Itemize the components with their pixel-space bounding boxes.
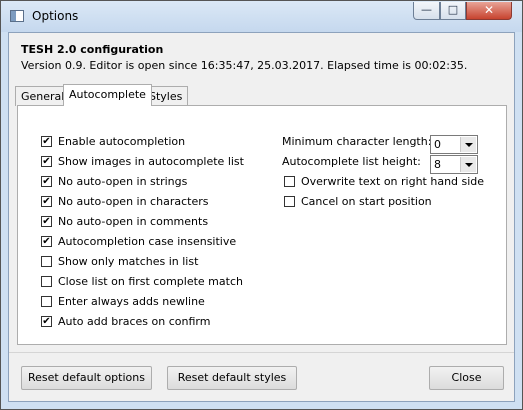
dialog-body: TESH 2.0 configuration Version 0.9. Edit… [8, 32, 515, 402]
config-header: TESH 2.0 configuration Version 0.9. Edit… [9, 33, 514, 82]
title-bar[interactable]: Options — □ ✕ [1, 1, 522, 32]
tab-autocomplete[interactable]: Autocomplete [63, 84, 152, 106]
close-icon: ✕ [483, 3, 495, 17]
close-button[interactable]: Close [429, 366, 504, 390]
options-window: Options — □ ✕ TESH 2.0 configuration Ver… [0, 0, 523, 410]
reset-default-styles-button[interactable]: Reset default styles [167, 366, 297, 390]
checkbox-box[interactable] [284, 176, 295, 187]
checkbox-box[interactable] [284, 196, 295, 207]
checkbox-box[interactable] [41, 296, 52, 307]
divider [9, 352, 514, 353]
config-title: TESH 2.0 configuration [21, 43, 164, 56]
close-window-button[interactable]: ✕ [466, 2, 512, 20]
list-height-select[interactable]: 8 [430, 155, 478, 174]
checkbox-box[interactable] [41, 276, 52, 287]
checkmark-icon[interactable]: ✔ [41, 176, 52, 187]
checkbox-label: Auto add braces on confirm [58, 315, 211, 328]
checkmark-icon[interactable]: ✔ [41, 236, 52, 247]
chevron-down-icon[interactable] [460, 157, 476, 172]
list-height-value: 8 [434, 158, 441, 171]
checkbox-label: Overwrite text on right hand side [301, 175, 485, 188]
min-char-length-label: Minimum character length: [282, 135, 432, 148]
config-status: Version 0.9. Editor is open since 16:35:… [21, 59, 468, 72]
maximize-button[interactable]: □ [440, 2, 466, 20]
checkbox-label: No auto-open in comments [58, 215, 209, 228]
maximize-icon: □ [447, 3, 459, 16]
checkbox-label: No auto-open in strings [58, 175, 188, 188]
checkbox-label: Enable autocompletion [58, 135, 186, 148]
minimize-button[interactable]: — [413, 2, 440, 20]
window-title: Options [32, 9, 79, 23]
checkbox-label: Cancel on start position [301, 195, 432, 208]
checkmark-icon[interactable]: ✔ [41, 156, 52, 167]
chevron-down-icon[interactable] [460, 137, 476, 152]
checkmark-icon[interactable]: ✔ [41, 196, 52, 207]
checkmark-icon[interactable]: ✔ [41, 316, 52, 327]
checkbox-box[interactable] [41, 256, 52, 267]
checkbox-label: Close list on first complete match [58, 275, 243, 288]
checkmark-icon[interactable]: ✔ [41, 136, 52, 147]
min-char-length-select[interactable]: 0 [430, 135, 478, 154]
min-char-length-value: 0 [434, 138, 441, 151]
list-height-label: Autocomplete list height: [282, 155, 421, 168]
checkbox-label: Show images in autocomplete list [58, 155, 244, 168]
reset-default-options-button[interactable]: Reset default options [21, 366, 152, 390]
app-icon [10, 10, 24, 22]
checkbox-label: No auto-open in characters [58, 195, 209, 208]
checkmark-icon[interactable]: ✔ [41, 216, 52, 227]
checkbox-label: Autocompletion case insensitive [58, 235, 237, 248]
autocomplete-panel: ✔ Enable autocompletion ✔ Show images in au… [17, 105, 507, 345]
checkbox-label: Enter always adds newline [58, 295, 205, 308]
checkbox-label: Show only matches in list [58, 255, 199, 268]
minimize-icon: — [421, 3, 432, 16]
